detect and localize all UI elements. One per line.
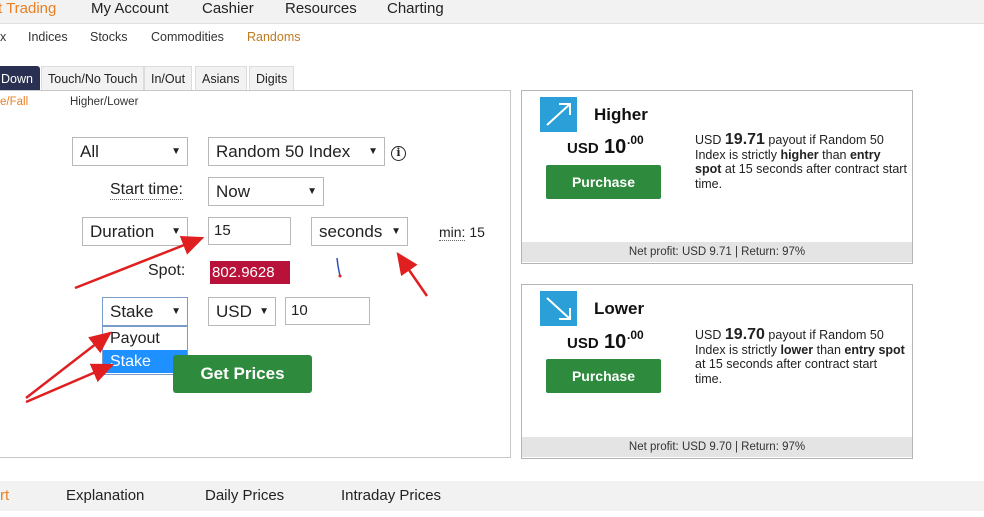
tab-up-down[interactable]: Down bbox=[0, 66, 40, 90]
bottom-tabs: rt Explanation Daily Prices Intraday Pri… bbox=[0, 481, 984, 511]
start-time-label: Start time: bbox=[110, 181, 183, 200]
duration-unit-value: seconds bbox=[319, 222, 383, 241]
spot-sparkline-icon bbox=[336, 257, 342, 278]
market-forex[interactable]: x bbox=[0, 30, 6, 44]
purchase-higher-button[interactable]: Purchase bbox=[546, 165, 661, 199]
lower-card: Lower USD 10 .00 Purchase USD 19.70 payo… bbox=[521, 284, 913, 459]
market-randoms[interactable]: Randoms bbox=[247, 30, 301, 44]
price-decimal: .00 bbox=[627, 133, 644, 147]
tab-intraday-prices[interactable]: Intraday Prices bbox=[341, 487, 441, 504]
chevron-down-icon: ▼ bbox=[171, 146, 181, 157]
desc-end: at 15 seconds after contract start time. bbox=[695, 162, 907, 191]
price-decimal: .00 bbox=[627, 328, 644, 342]
tab-touch-no-touch[interactable]: Touch/No Touch bbox=[41, 66, 145, 90]
amount-input[interactable]: 10 bbox=[285, 297, 370, 325]
market-select[interactable]: All ▼ bbox=[72, 137, 188, 166]
price-integer: 10 bbox=[604, 136, 627, 158]
subtab-rise-fall[interactable]: e/Fall bbox=[0, 96, 28, 108]
desc-end: at 15 seconds after contract start time. bbox=[695, 357, 878, 386]
nav-charting[interactable]: Charting bbox=[387, 0, 444, 17]
market-stocks[interactable]: Stocks bbox=[90, 30, 128, 44]
chevron-down-icon: ▼ bbox=[171, 306, 181, 317]
desc-than: than bbox=[822, 147, 847, 162]
info-icon[interactable]: i bbox=[391, 146, 406, 161]
market-select-value: All bbox=[80, 142, 99, 161]
desc-than: than bbox=[816, 342, 841, 357]
currency-value: USD bbox=[216, 302, 252, 321]
min-label: min: bbox=[439, 224, 466, 241]
higher-card: Higher USD 10 .00 Purchase USD 19.71 pay… bbox=[521, 90, 913, 264]
chevron-down-icon: ▼ bbox=[391, 226, 401, 237]
desc-prefix: USD bbox=[695, 133, 722, 147]
subtab-higher-lower[interactable]: Higher/Lower bbox=[70, 96, 138, 108]
duration-unit-select[interactable]: seconds ▼ bbox=[311, 217, 408, 246]
purchase-lower-button[interactable]: Purchase bbox=[546, 359, 661, 393]
chevron-down-icon: ▼ bbox=[368, 146, 378, 157]
market-commodities[interactable]: Commodities bbox=[151, 30, 224, 44]
market-indices[interactable]: Indices bbox=[28, 30, 68, 44]
arrow-up-right-icon bbox=[540, 97, 577, 132]
top-nav: t Trading My Account Cashier Resources C… bbox=[0, 0, 984, 24]
chevron-down-icon: ▼ bbox=[307, 186, 317, 197]
chevron-down-icon: ▼ bbox=[171, 226, 181, 237]
tab-digits[interactable]: Digits bbox=[249, 66, 295, 90]
tab-asians[interactable]: Asians bbox=[195, 66, 247, 90]
card-title: Higher bbox=[594, 105, 648, 124]
nav-cashier[interactable]: Cashier bbox=[202, 0, 254, 17]
start-time-value: Now bbox=[216, 182, 251, 201]
contract-description: USD 19.70 payout if Random 50 Index is s… bbox=[695, 326, 907, 386]
underlying-select[interactable]: Random 50 Index ▼ bbox=[208, 137, 385, 166]
price-currency: USD bbox=[567, 140, 599, 157]
spot-label: Spot: bbox=[148, 262, 186, 279]
amount-type-select[interactable]: Stake ▼ bbox=[102, 297, 188, 326]
tab-in-out[interactable]: In/Out bbox=[144, 66, 193, 90]
price-currency: USD bbox=[567, 335, 599, 352]
tab-explanation[interactable]: Explanation bbox=[66, 487, 144, 504]
net-profit-footer: Net profit: USD 9.71 | Return: 97% bbox=[522, 242, 912, 262]
desc-entry-spot: entry spot bbox=[844, 342, 905, 357]
chevron-down-icon: ▼ bbox=[259, 306, 269, 317]
card-title: Lower bbox=[594, 299, 645, 318]
nav-my-account[interactable]: My Account bbox=[91, 0, 169, 17]
duration-select-value: Duration bbox=[90, 222, 155, 241]
payout-value: 19.70 bbox=[724, 326, 765, 343]
start-time-select[interactable]: Now ▼ bbox=[208, 177, 324, 206]
duration-input[interactable]: 15 bbox=[208, 217, 291, 245]
desc-direction: higher bbox=[780, 147, 819, 162]
currency-select[interactable]: USD ▼ bbox=[208, 297, 276, 326]
nav-resources[interactable]: Resources bbox=[285, 0, 357, 17]
min-value: 15 bbox=[469, 224, 485, 240]
payout-value: 19.71 bbox=[724, 131, 765, 148]
arrow-down-right-icon bbox=[540, 291, 577, 326]
spot-value: 802.9628 bbox=[210, 261, 290, 284]
market-nav: x Indices Stocks Commodities Randoms bbox=[0, 28, 984, 46]
nav-trading[interactable]: t Trading bbox=[0, 0, 56, 17]
tab-chart[interactable]: rt bbox=[0, 487, 9, 504]
desc-prefix: USD bbox=[695, 328, 722, 342]
underlying-select-value: Random 50 Index bbox=[216, 142, 351, 161]
min-duration: min: 15 bbox=[439, 224, 485, 241]
option-payout[interactable]: Payout bbox=[103, 327, 187, 350]
desc-direction: lower bbox=[780, 342, 814, 357]
amount-type-value: Stake bbox=[110, 302, 154, 321]
duration-select[interactable]: Duration ▼ bbox=[82, 217, 188, 246]
price-integer: 10 bbox=[604, 331, 627, 353]
tab-daily-prices[interactable]: Daily Prices bbox=[205, 487, 284, 504]
contract-description: USD 19.71 payout if Random 50 Index is s… bbox=[695, 131, 907, 191]
get-prices-button[interactable]: Get Prices bbox=[173, 355, 312, 393]
net-profit-footer: Net profit: USD 9.70 | Return: 97% bbox=[522, 437, 912, 457]
